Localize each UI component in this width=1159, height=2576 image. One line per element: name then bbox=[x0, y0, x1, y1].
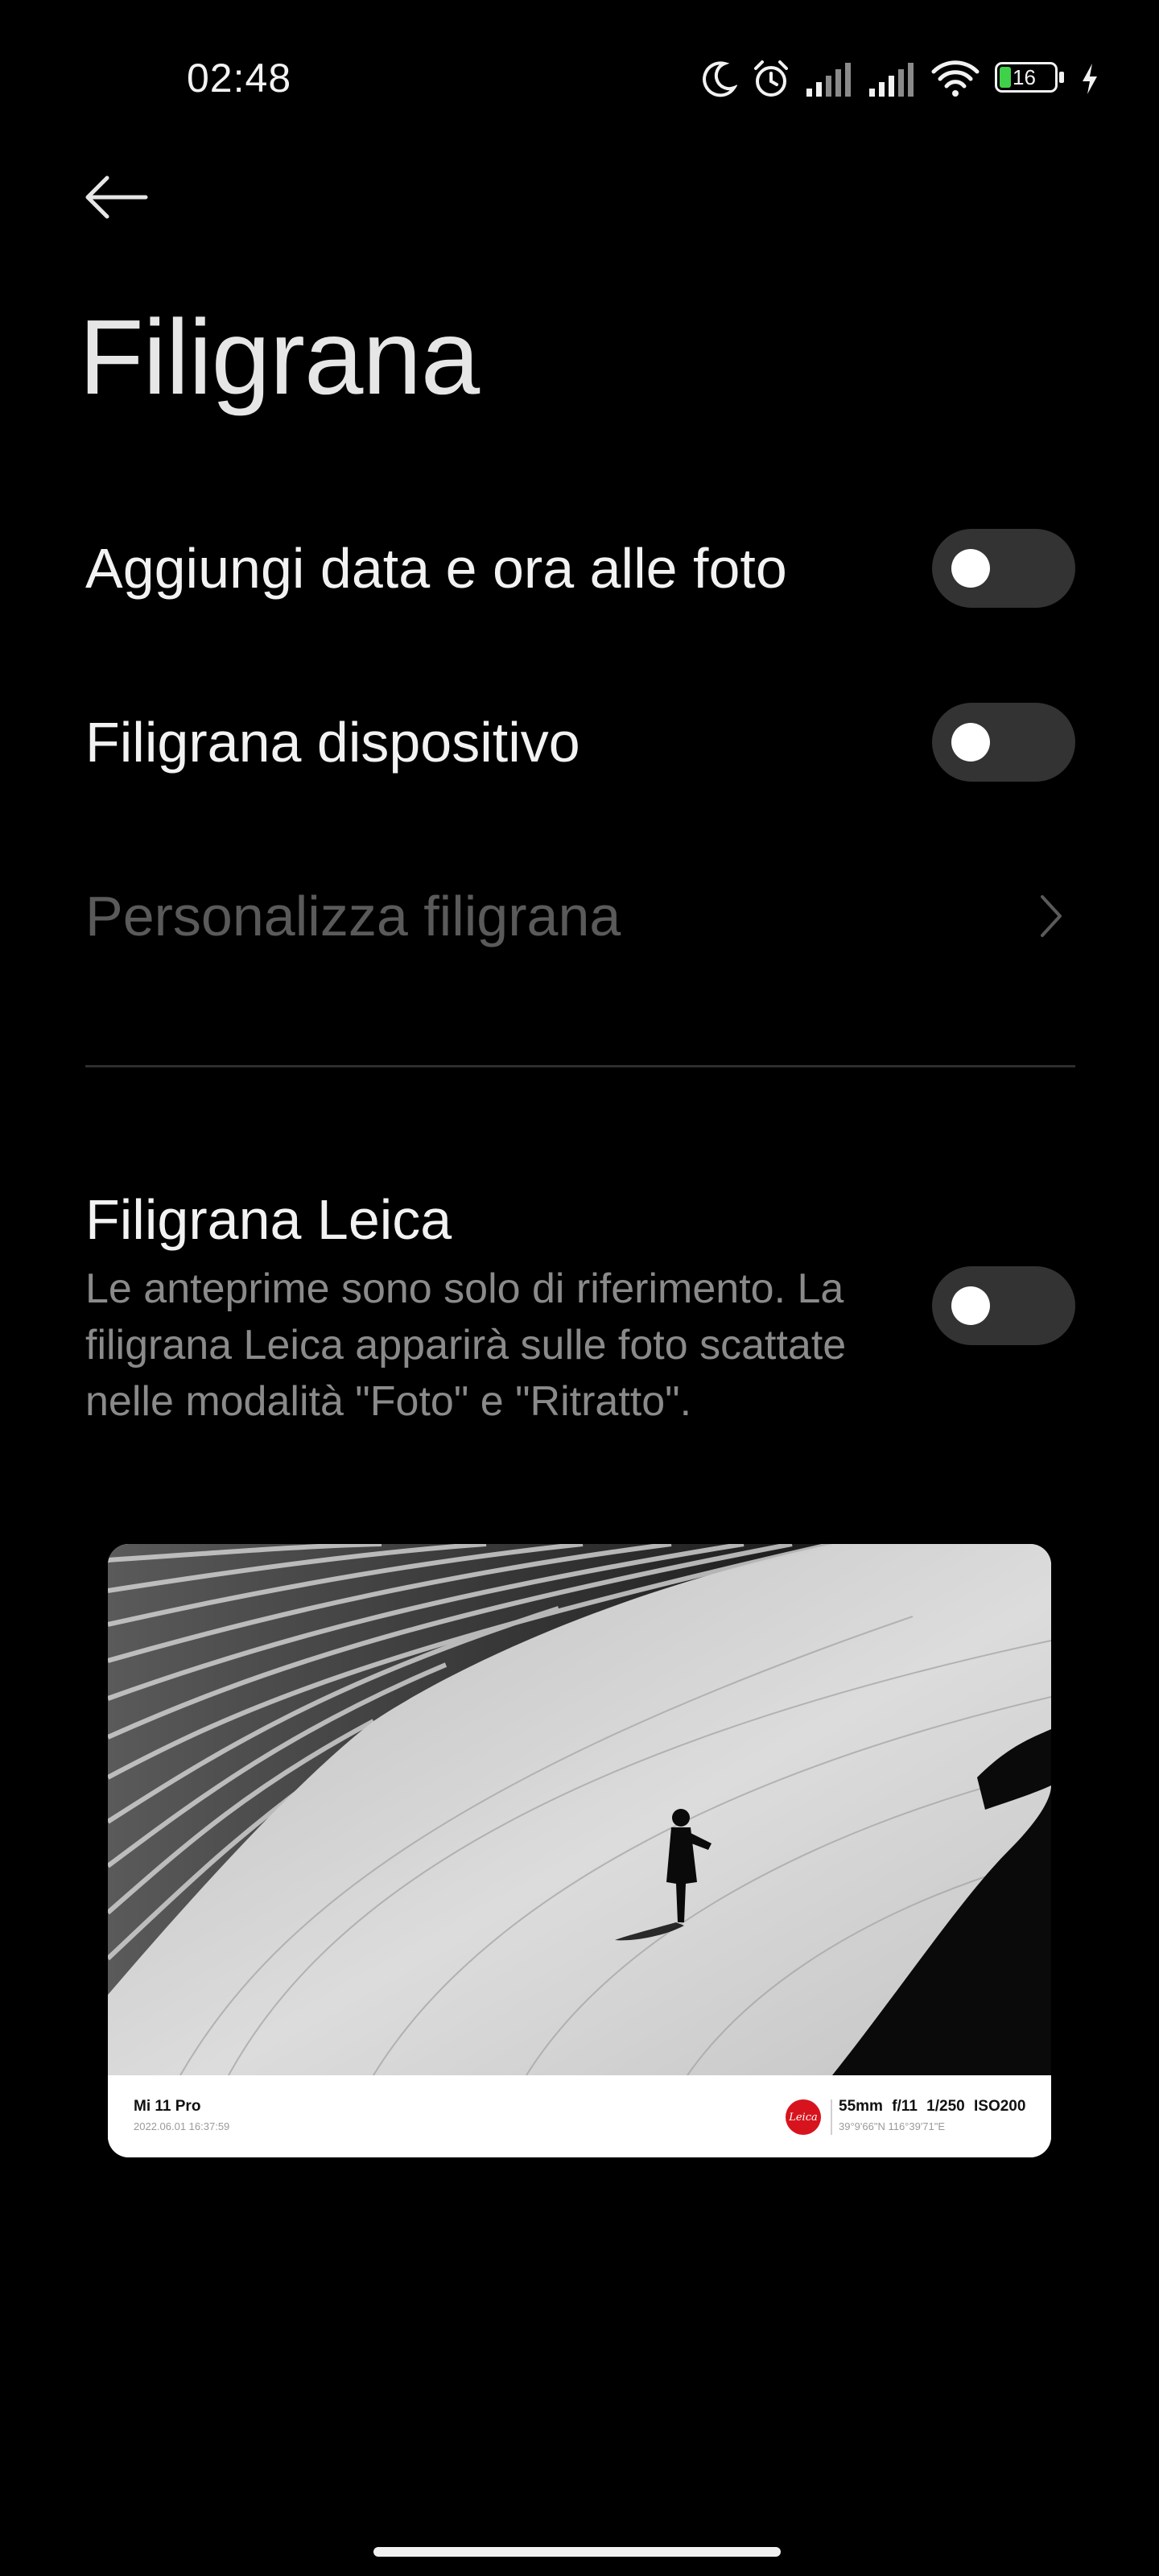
section-divider bbox=[85, 1065, 1075, 1067]
charging-icon bbox=[1083, 64, 1097, 94]
signal-icon bbox=[869, 63, 914, 97]
leica-logo-icon: Leica bbox=[786, 2099, 821, 2135]
watermark-footer: Mi 11 Pro 2022.06.01 16:37:59 Leica 55mm… bbox=[108, 2075, 1051, 2157]
screen: 02:48 16 Filigrana Aggiungi data e ora a… bbox=[0, 0, 1159, 2576]
alarm-icon bbox=[754, 60, 788, 97]
watermark-date: 2022.06.01 16:37:59 bbox=[134, 2120, 230, 2132]
leica-description: Le anteprime sono solo di riferimento. L… bbox=[85, 1265, 847, 1425]
status-time: 02:48 bbox=[187, 56, 292, 101]
device-watermark-toggle[interactable] bbox=[932, 703, 1075, 782]
toggle-knob bbox=[951, 723, 990, 762]
setting-datetime[interactable]: Aggiungi data e ora alle foto bbox=[85, 512, 1075, 625]
toggle-knob bbox=[951, 549, 990, 588]
signal-icon bbox=[806, 63, 851, 97]
watermark-preview: Mi 11 Pro 2022.06.01 16:37:59 Leica 55mm… bbox=[108, 1544, 1051, 2157]
wifi-icon bbox=[931, 60, 980, 97]
watermark-divider bbox=[831, 2099, 832, 2135]
leica-logo-text: Leica bbox=[789, 2111, 818, 2124]
battery-icon: 16 bbox=[995, 62, 1066, 96]
setting-leica-watermark[interactable]: Filigrana Leica Le anteprime sono solo d… bbox=[85, 1183, 1075, 1430]
setting-device-label: Filigrana dispositivo bbox=[85, 711, 580, 774]
setting-device-watermark[interactable]: Filigrana dispositivo bbox=[85, 686, 1075, 799]
watermark-model: Mi 11 Pro bbox=[134, 2098, 201, 2115]
back-button[interactable] bbox=[77, 165, 155, 229]
leica-title: Filigrana Leica bbox=[85, 1188, 452, 1251]
home-indicator[interactable] bbox=[373, 2547, 781, 2557]
chevron-right-icon bbox=[1027, 884, 1075, 948]
status-bar: 02:48 16 bbox=[0, 0, 1159, 161]
page-title: Filigrana bbox=[79, 298, 480, 416]
setting-customize-watermark[interactable]: Personalizza filigrana bbox=[85, 860, 1075, 972]
preview-photo bbox=[108, 1544, 1051, 2075]
watermark-params: 55mm f/11 1/250 ISO200 bbox=[839, 2098, 1026, 2115]
leica-watermark-toggle[interactable] bbox=[932, 1266, 1075, 1345]
status-icons: 16 bbox=[702, 55, 1099, 103]
setting-customize-label: Personalizza filigrana bbox=[85, 885, 621, 947]
battery-level: 16 bbox=[1013, 65, 1036, 89]
watermark-coords: 39°9'66"N 116°39'71"E bbox=[839, 2120, 946, 2132]
setting-datetime-label: Aggiungi data e ora alle foto bbox=[85, 537, 787, 600]
toggle-knob bbox=[951, 1286, 990, 1325]
moon-icon bbox=[703, 61, 737, 97]
datetime-toggle[interactable] bbox=[932, 529, 1075, 608]
arrow-left-icon bbox=[85, 175, 148, 219]
